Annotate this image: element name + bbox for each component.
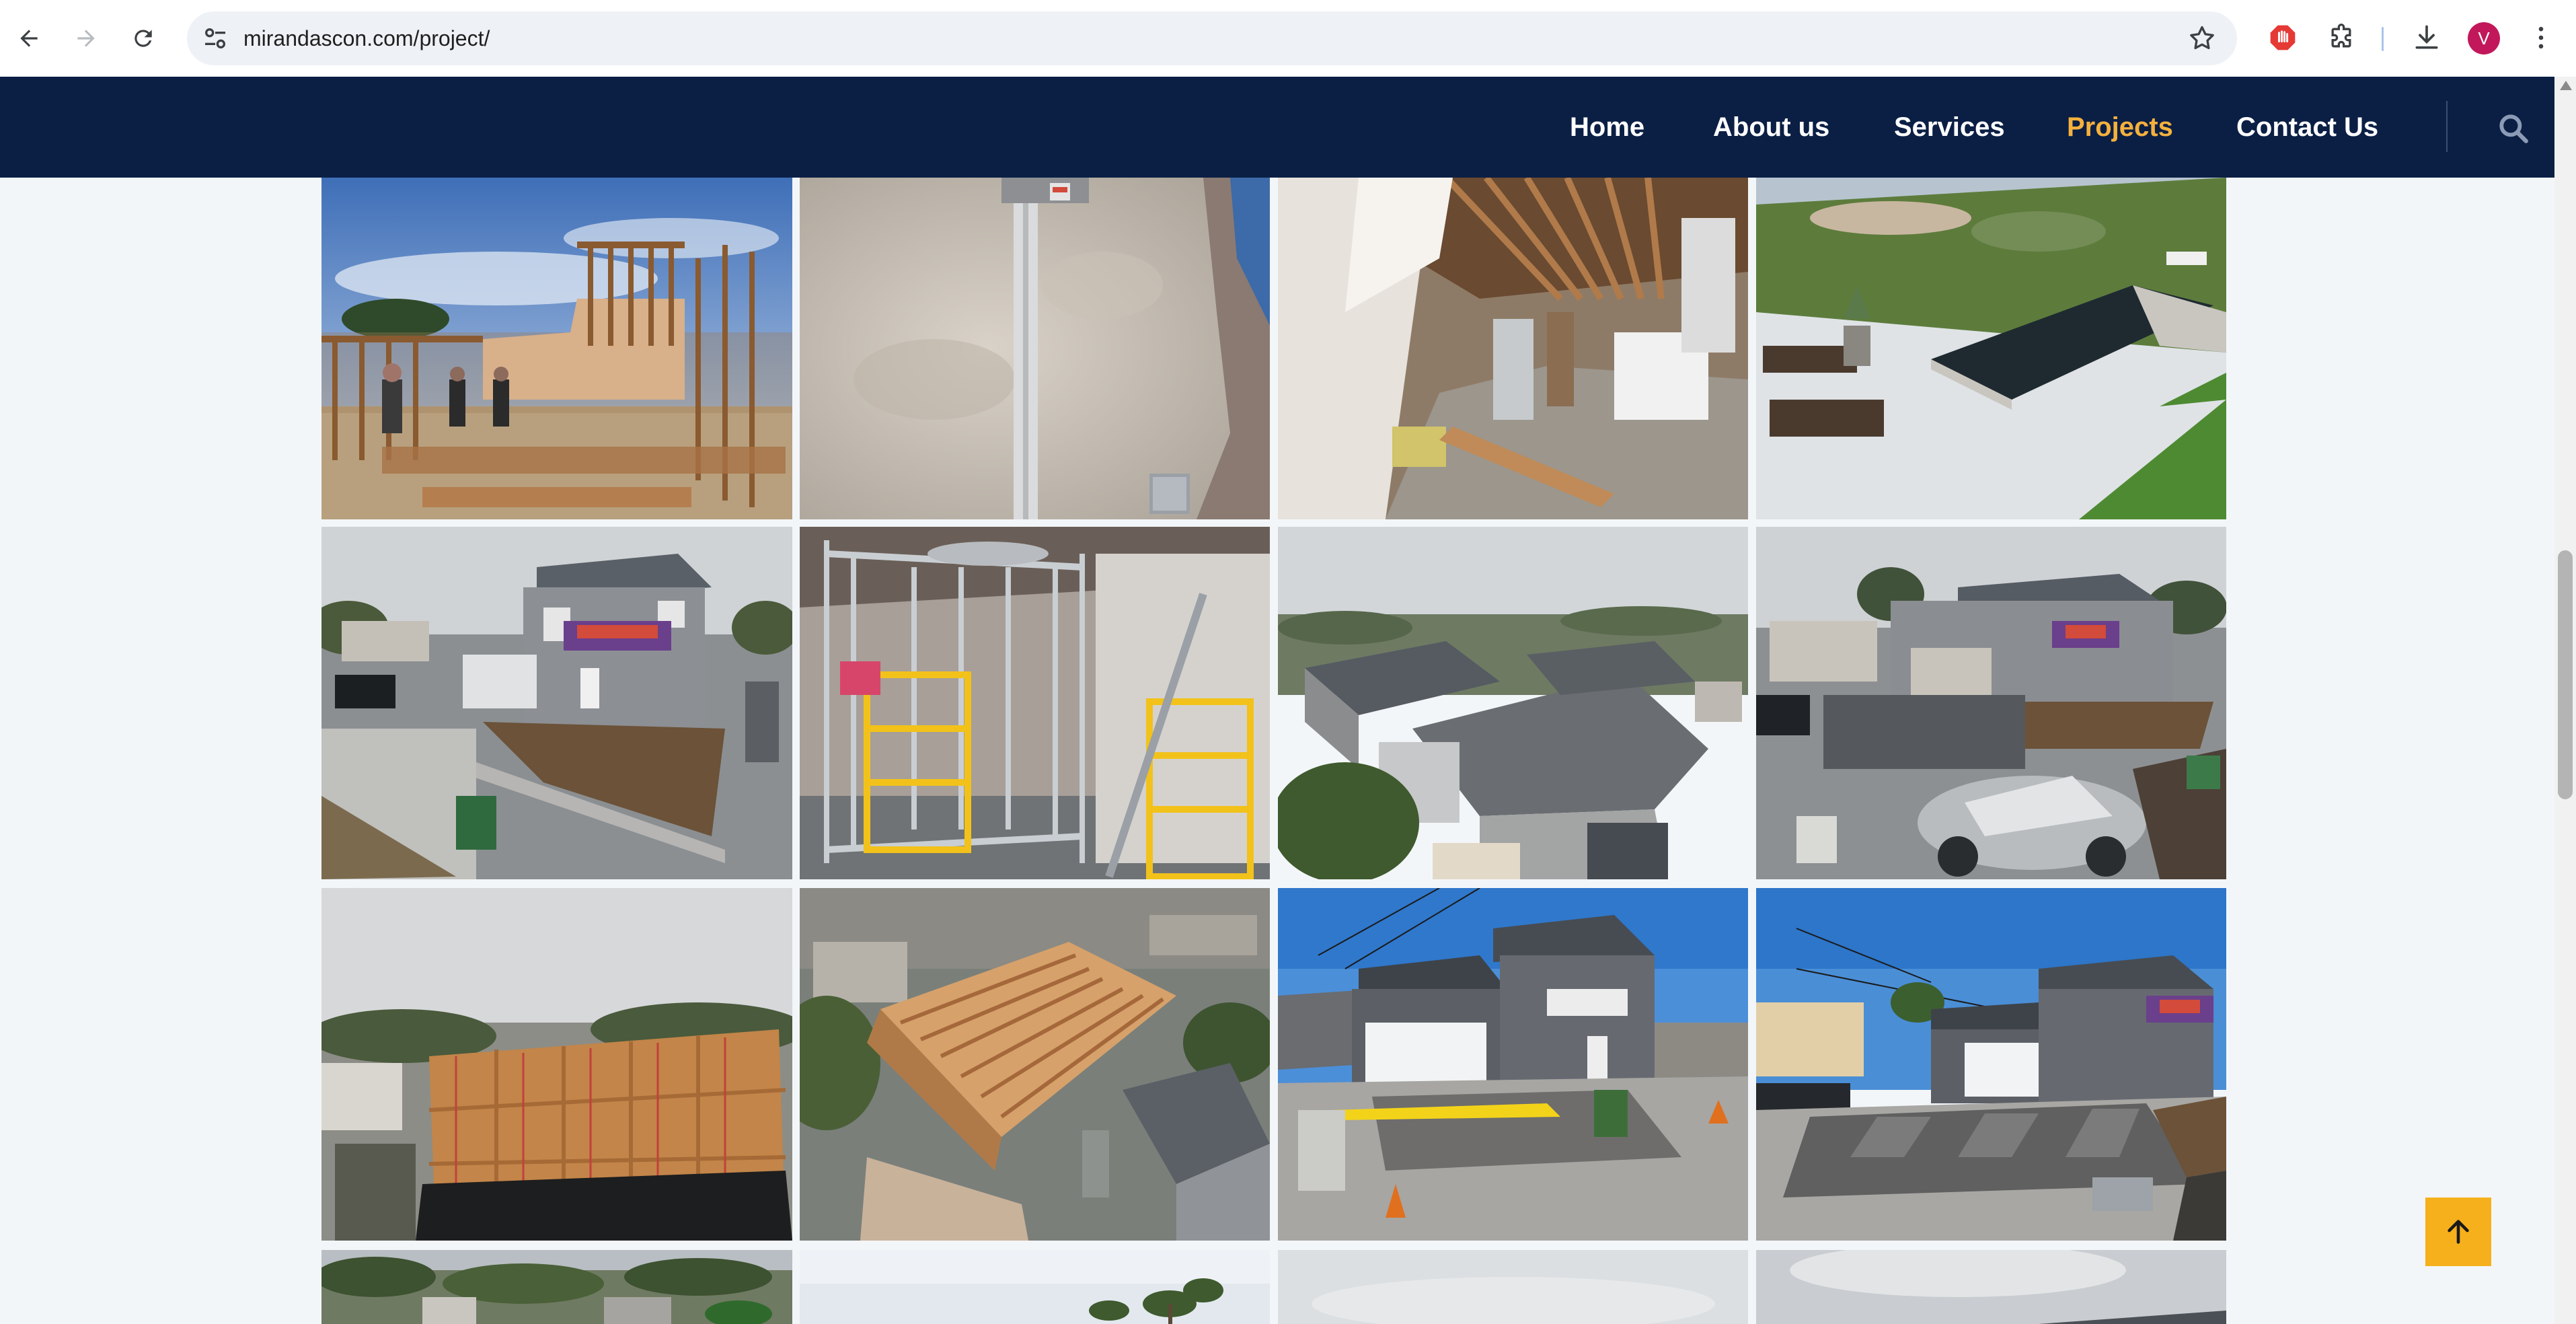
- reload-button[interactable]: [124, 19, 163, 58]
- downloads-button[interactable]: [2409, 20, 2444, 55]
- project-photo-garage-driveway[interactable]: [1278, 888, 1748, 1241]
- adblock-extension-button[interactable]: [2265, 20, 2300, 55]
- nav-home[interactable]: Home: [1570, 77, 1644, 178]
- project-photo-aerial-neighborhood[interactable]: [321, 1250, 792, 1324]
- scroll-up-arrow[interactable]: [2560, 81, 2572, 90]
- project-photo-pool-deck[interactable]: [1756, 178, 2226, 519]
- project-photo-metal-studs[interactable]: [800, 527, 1270, 879]
- reload-icon: [135, 30, 152, 47]
- site-settings-icon[interactable]: [202, 25, 229, 52]
- forward-button[interactable]: [67, 19, 106, 58]
- project-photo-finished-driveway[interactable]: [1756, 888, 2226, 1241]
- nav-services[interactable]: Services: [1894, 77, 2005, 178]
- project-photo-overcast[interactable]: [1278, 1250, 1748, 1324]
- adblock-icon: [2270, 25, 2296, 50]
- url-text[interactable]: mirandascon.com/project/: [243, 11, 490, 65]
- project-photo-interior-demo[interactable]: [1278, 178, 1748, 519]
- toolbar-separator: [2382, 27, 2384, 51]
- profile-avatar[interactable]: V: [2468, 22, 2500, 54]
- site-header: Home About us Services Projects Contact …: [0, 77, 2554, 178]
- search-icon[interactable]: [2497, 112, 2530, 145]
- project-photo-apartment-framing[interactable]: [321, 888, 792, 1241]
- bookmark-star-icon[interactable]: [2187, 24, 2217, 53]
- address-bar[interactable]: mirandascon.com/project/: [187, 11, 2237, 65]
- scrollbar-thumb[interactable]: [2558, 550, 2573, 799]
- project-photo-driveway-car[interactable]: [1756, 527, 2226, 879]
- project-photo-overcast-roofline[interactable]: [1756, 1250, 2226, 1324]
- header-divider: [2446, 101, 2448, 152]
- back-icon: [20, 30, 38, 47]
- back-button[interactable]: [9, 19, 48, 58]
- back-to-top-button[interactable]: [2425, 1198, 2491, 1266]
- forward-icon: [77, 30, 95, 47]
- arrow-up-icon: [2448, 1220, 2469, 1244]
- project-photo-wood-framing[interactable]: [321, 178, 792, 519]
- project-photo-aerial-roof[interactable]: [1278, 527, 1748, 879]
- browser-menu-button[interactable]: [2524, 20, 2559, 55]
- extensions-icon: [2331, 24, 2351, 48]
- project-photo-aerial-trusses[interactable]: [800, 888, 1270, 1241]
- extensions-button[interactable]: [2324, 20, 2359, 55]
- nav-about-us[interactable]: About us: [1713, 77, 1829, 178]
- project-photo-stucco-wall[interactable]: [800, 178, 1270, 519]
- project-photo-two-story-yard[interactable]: [321, 527, 792, 879]
- download-icon: [2415, 25, 2438, 49]
- menu-kebab-icon: [2538, 26, 2544, 49]
- nav-contact-us[interactable]: Contact Us: [2236, 77, 2378, 178]
- nav-projects[interactable]: Projects: [2067, 77, 2173, 178]
- project-photo-palm-trees[interactable]: [800, 1250, 1270, 1324]
- browser-toolbar: mirandascon.com/project/ V: [0, 0, 2576, 77]
